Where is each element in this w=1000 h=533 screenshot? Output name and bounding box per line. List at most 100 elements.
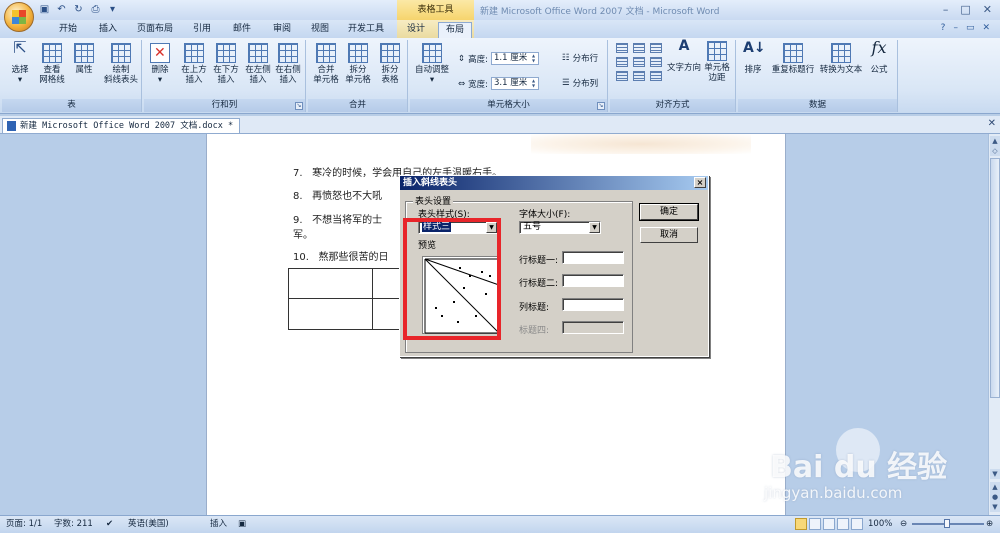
text-direction-button[interactable]: A 文字方向 <box>664 39 704 73</box>
split-table-button[interactable]: 拆分 表格 <box>374 43 406 85</box>
tab-design[interactable]: 设计 <box>400 22 432 38</box>
vertical-scrollbar[interactable]: ▲ ◇ ▼ ▲ ● ▼ <box>988 134 1000 515</box>
select-button[interactable]: ⇱ 选择 ▾ <box>4 40 36 86</box>
tab-developer[interactable]: 开发工具 <box>342 22 390 38</box>
split-cells-button[interactable]: 拆分 单元格 <box>342 43 374 85</box>
draft-view-icon[interactable] <box>851 518 863 530</box>
zoom-slider-knob[interactable] <box>944 519 950 528</box>
ruler-toggle-icon[interactable]: ◇ <box>990 146 1000 156</box>
row-title-1-input[interactable] <box>562 251 624 264</box>
cancel-button[interactable]: 取消 <box>640 227 698 243</box>
rows-columns-launcher-icon[interactable]: ↘ <box>295 102 303 110</box>
align-top-left-icon[interactable] <box>616 43 628 53</box>
cell-size-launcher-icon[interactable]: ↘ <box>597 102 605 110</box>
draw-diagonal-header-button[interactable]: 绘制 斜线表头 <box>102 43 140 85</box>
print-preview-icon[interactable]: ⎙ <box>89 3 102 16</box>
convert-to-text-button[interactable]: 转换为文本 <box>818 43 864 75</box>
page-count[interactable]: 页面: 1/1 <box>6 516 42 533</box>
full-screen-reading-view-icon[interactable] <box>809 518 821 530</box>
close-document-icon[interactable]: ✕ <box>988 118 996 129</box>
align-middle-left-icon[interactable] <box>616 57 628 67</box>
view-gridlines-button[interactable]: 查看 网格线 <box>36 43 68 85</box>
proofing-icon[interactable]: ✔ <box>106 516 113 533</box>
align-top-right-icon[interactable] <box>650 43 662 53</box>
width-row: ⇔ 宽度: 3.1 厘米 <box>458 77 539 90</box>
zoom-slider[interactable] <box>912 519 984 528</box>
tab-home[interactable]: 开始 <box>52 22 84 38</box>
zoom-level[interactable]: 100% <box>868 516 892 533</box>
delete-button[interactable]: 删除 ▾ <box>144 43 176 85</box>
minimize-icon[interactable]: – <box>943 3 949 16</box>
row-title-2-input[interactable] <box>562 274 624 287</box>
tab-references[interactable]: 引用 <box>186 22 218 38</box>
qat-dropdown-icon[interactable]: ▾ <box>106 3 119 16</box>
list-text: 不想当将军的士 <box>312 215 383 226</box>
ribbon-restore-icon[interactable]: ▭ <box>966 23 975 33</box>
formula-button[interactable]: fx 公式 <box>864 40 894 76</box>
ok-button[interactable]: 确定 <box>639 203 699 221</box>
zoom-in-icon[interactable]: ⊕ <box>986 516 993 533</box>
align-bottom-right-icon[interactable] <box>650 71 662 81</box>
browse-object-icon[interactable]: ● <box>990 492 1000 502</box>
tab-layout[interactable]: 布局 <box>438 22 472 38</box>
width-input[interactable]: 3.1 厘米 <box>491 77 539 90</box>
list-text: 再愤怒也不大吼 <box>312 191 383 202</box>
ribbon-close-icon[interactable]: ✕ <box>982 23 990 33</box>
scroll-down-icon[interactable]: ▼ <box>990 469 1000 479</box>
insert-above-button[interactable]: 在上方 插入 <box>178 43 210 85</box>
align-top-center-icon[interactable] <box>633 43 645 53</box>
insert-right-button[interactable]: 在右侧 插入 <box>272 43 304 85</box>
distribute-rows-button[interactable]: ☷ 分布行 <box>562 52 598 64</box>
help-icon[interactable]: ? <box>941 23 946 33</box>
grid-icon <box>42 43 62 63</box>
convert-to-text-icon <box>831 43 851 63</box>
split-table-icon <box>380 43 400 63</box>
ribbon-minimize-icon[interactable]: – <box>953 23 958 33</box>
align-bottom-center-icon[interactable] <box>633 71 645 81</box>
word-count[interactable]: 字数: 211 <box>54 516 93 533</box>
zoom-out-icon[interactable]: ⊖ <box>900 516 907 533</box>
insert-left-button[interactable]: 在左侧 插入 <box>242 43 274 85</box>
next-page-icon[interactable]: ▼ <box>990 502 1000 512</box>
previous-page-icon[interactable]: ▲ <box>990 482 1000 492</box>
outline-view-icon[interactable] <box>837 518 849 530</box>
language-indicator[interactable]: 英语(美国) <box>128 516 169 533</box>
cell-margins-button[interactable]: 单元格 边距 <box>702 41 732 83</box>
document-table[interactable] <box>288 268 404 330</box>
dialog-close-button[interactable]: × <box>694 177 706 188</box>
web-layout-view-icon[interactable] <box>823 518 835 530</box>
autofit-button[interactable]: 自动调整 ▾ <box>412 43 452 85</box>
distribute-cols-button[interactable]: ☰ 分布列 <box>562 77 598 89</box>
undo-icon[interactable]: ↶ <box>55 3 68 16</box>
print-layout-view-icon[interactable] <box>795 518 807 530</box>
save-icon[interactable]: ▣ <box>38 3 51 16</box>
macro-record-icon[interactable]: ▣ <box>238 516 246 533</box>
insert-below-button[interactable]: 在下方 插入 <box>210 43 242 85</box>
maximize-icon[interactable]: □ <box>960 3 970 16</box>
close-icon[interactable]: ✕ <box>983 3 992 16</box>
tab-page-layout[interactable]: 页面布局 <box>132 22 178 38</box>
tab-insert[interactable]: 插入 <box>92 22 124 38</box>
repeat-header-button[interactable]: 重复标题行 <box>770 43 816 75</box>
document-tab[interactable]: 新建 Microsoft Office Word 2007 文档.docx * <box>2 118 241 133</box>
tab-review[interactable]: 审阅 <box>266 22 298 38</box>
insert-mode-indicator[interactable]: 插入 <box>210 516 227 533</box>
scroll-thumb[interactable] <box>990 158 1000 398</box>
column-title-input[interactable] <box>562 298 624 311</box>
chevron-down-icon[interactable]: ▼ <box>589 222 600 233</box>
merge-cells-button[interactable]: 合并 单元格 <box>310 43 342 85</box>
row-height-icon: ⇕ <box>458 53 466 64</box>
align-bottom-left-icon[interactable] <box>616 71 628 81</box>
tab-mailings[interactable]: 邮件 <box>226 22 258 38</box>
properties-button[interactable]: 属性 <box>68 43 100 75</box>
sort-button[interactable]: A↓ 排序 <box>738 41 768 75</box>
redo-icon[interactable]: ↻ <box>72 3 85 16</box>
office-button[interactable] <box>4 2 34 32</box>
font-size-select[interactable]: 五号 ▼ <box>519 221 601 234</box>
tab-view[interactable]: 视图 <box>304 22 336 38</box>
height-input[interactable]: 1.1 厘米 <box>491 52 539 65</box>
dropdown-arrow-icon: ▾ <box>429 75 435 85</box>
align-middle-center-icon[interactable] <box>633 57 645 67</box>
align-middle-right-icon[interactable] <box>650 57 662 67</box>
scroll-up-icon[interactable]: ▲ <box>990 136 1000 146</box>
